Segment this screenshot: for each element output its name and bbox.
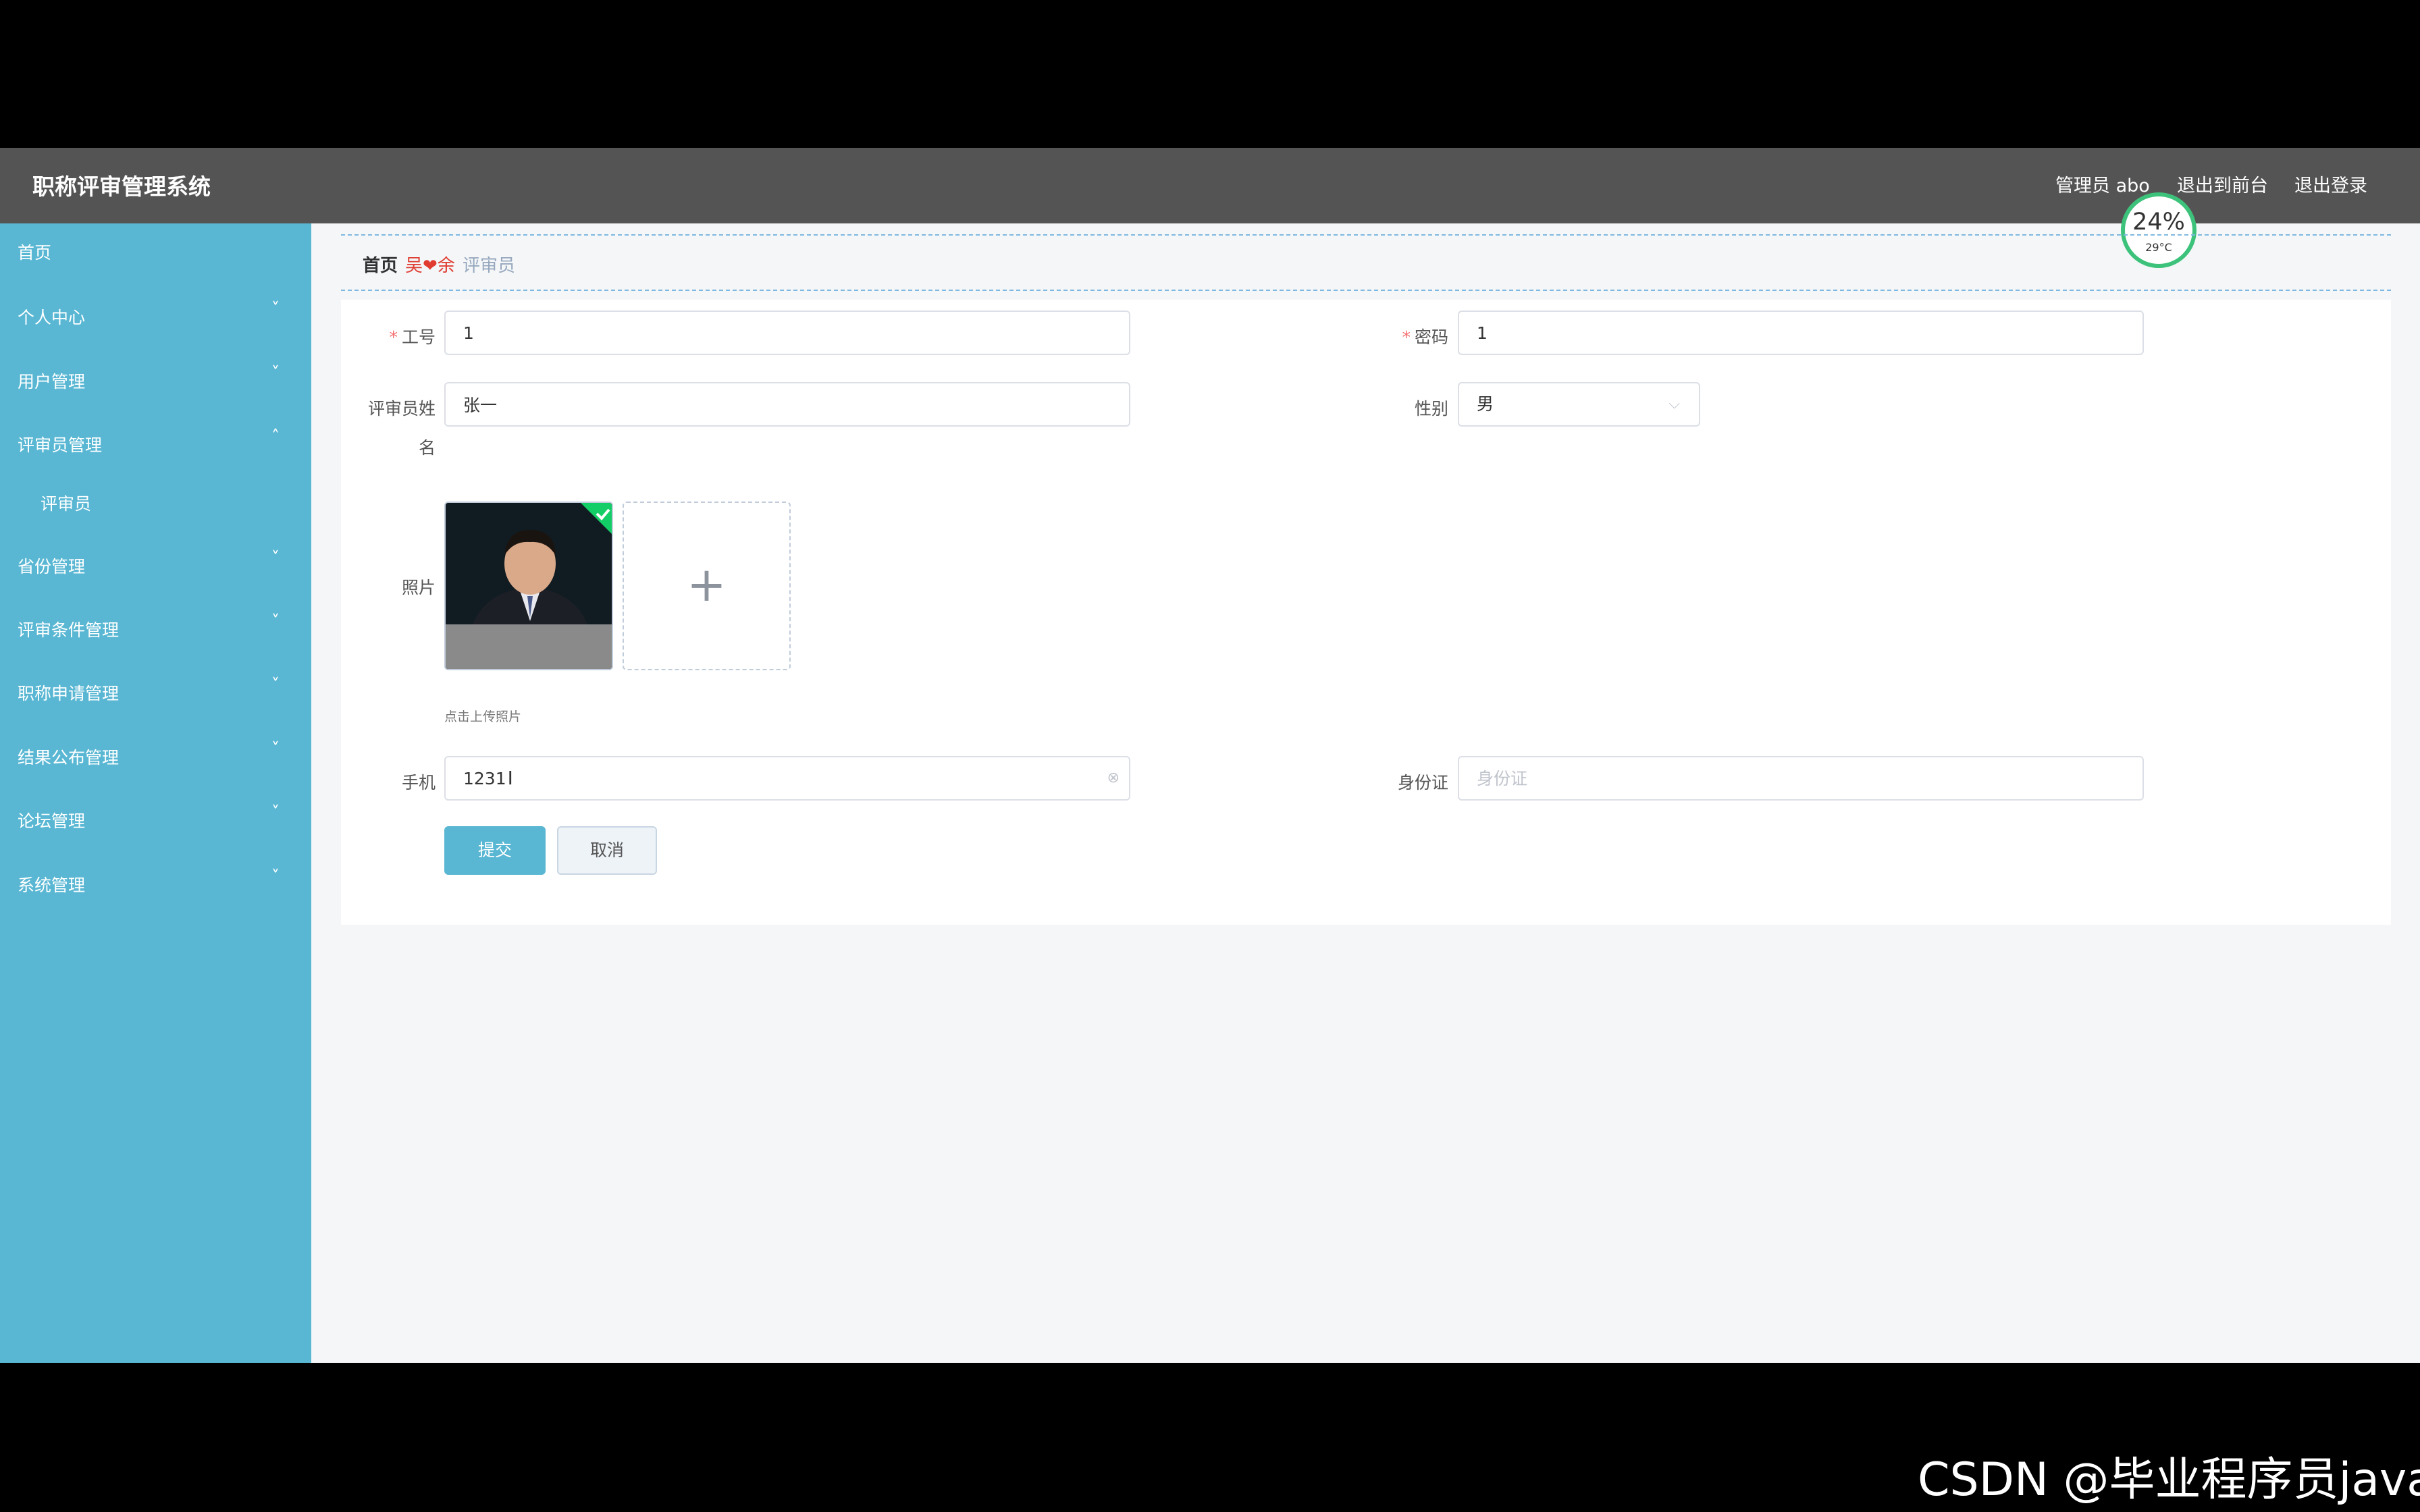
phone-label: 手机	[401, 773, 436, 792]
weather-percent: 24%	[2132, 209, 2185, 236]
id-card-input[interactable]	[1458, 756, 2144, 801]
sidebar-item-title-applications[interactable]: 职称申请管理 ˅	[0, 671, 311, 711]
photo-label: 照片	[401, 578, 436, 597]
chevron-down-icon: ˅	[271, 739, 280, 758]
sidebar-item-reviewer-management[interactable]: 评审员管理 ˄	[0, 423, 311, 463]
reviewer-form: *工号 *密码 评审员姓 名 性别 男 ⌵ 照片	[341, 300, 2391, 925]
chevron-down-icon: ˅	[271, 612, 280, 630]
sidebar-item-label: 用户管理	[18, 372, 86, 392]
name-label: 评审员姓 名	[354, 396, 436, 459]
portrait-photo	[446, 503, 612, 669]
sidebar-item-system-management[interactable]: 系统管理 ˅	[0, 863, 311, 903]
uploaded-photo-thumbnail[interactable]	[444, 502, 613, 670]
sidebar-item-result-announcements[interactable]: 结果公布管理 ˅	[0, 735, 311, 776]
job-no-input[interactable]	[444, 310, 1130, 355]
id-card-label: 身份证	[1397, 773, 1448, 792]
sidebar-item-label: 首页	[18, 243, 52, 263]
current-user-label: 管理员 abo	[2055, 176, 2150, 196]
breadcrumb: 首页 吴❤余 评审员	[341, 234, 2391, 291]
name-label-line2: 名	[418, 438, 436, 458]
chevron-down-icon: ˅	[271, 548, 280, 567]
sidebar-item-label: 评审员	[41, 494, 92, 514]
phone-input-value: 1231	[463, 769, 506, 788]
sidebar-item-personal-center[interactable]: 个人中心 ˅	[0, 295, 311, 335]
cancel-button[interactable]: 取消	[557, 826, 657, 875]
sidebar-item-review-conditions[interactable]: 评审条件管理 ˅	[0, 608, 311, 648]
sidebar-item-label: 省份管理	[18, 557, 86, 576]
submit-button[interactable]: 提交	[444, 826, 546, 875]
chevron-up-icon: ˄	[271, 427, 280, 446]
chevron-down-icon: ˅	[271, 299, 280, 318]
photo-upload-button[interactable]: +	[623, 502, 791, 670]
sidebar-item-home[interactable]: 首页	[0, 230, 311, 271]
chevron-down-icon: ⌵	[1668, 396, 1680, 412]
sidebar-item-forum-management[interactable]: 论坛管理 ˅	[0, 799, 311, 839]
gender-selected-value: 男	[1477, 394, 1494, 414]
sidebar-item-province-management[interactable]: 省份管理 ˅	[0, 544, 311, 585]
breadcrumb-current: 评审员	[463, 256, 516, 276]
text-cursor-icon: I	[507, 767, 513, 789]
top-bar: 职称评审管理系统 管理员 abo 退出到前台 退出登录	[0, 148, 2420, 223]
exit-to-front-link[interactable]: 退出到前台	[2177, 171, 2268, 197]
clear-icon[interactable]: ⊗	[1107, 757, 1120, 799]
sidebar-item-label: 个人中心	[18, 308, 86, 327]
sidebar-subitem-reviewer[interactable]: 评审员	[0, 481, 311, 522]
gender-select[interactable]: 男 ⌵	[1458, 382, 1700, 427]
job-no-label: * 工号	[389, 327, 436, 347]
sidebar-item-user-management[interactable]: 用户管理 ˅	[0, 359, 311, 400]
breadcrumb-separator: 吴❤余	[405, 256, 455, 276]
gender-label: 性别	[1414, 399, 1448, 418]
sidebar-item-label: 论坛管理	[18, 811, 86, 831]
sidebar-item-label: 结果公布管理	[18, 748, 120, 767]
sidebar-item-label: 评审条件管理	[18, 620, 120, 640]
sidebar-item-label: 系统管理	[18, 875, 86, 895]
password-label-text: 密码	[1414, 327, 1448, 347]
app-title: 职称评审管理系统	[32, 173, 211, 200]
watermark: CSDN @毕业程序员java	[1918, 1453, 2420, 1507]
job-no-label-text: 工号	[401, 327, 436, 347]
sidebar: 首页 个人中心 ˅ 用户管理 ˅ 评审员管理 ˄ 评审员 省份管理 ˅ 评审条件…	[0, 223, 311, 1363]
chevron-down-icon: ˅	[271, 867, 280, 886]
app-window: 职称评审管理系统 管理员 abo 退出到前台 退出登录 24% 29°C 首页 …	[0, 148, 2420, 1363]
sidebar-item-label: 职称申请管理	[18, 684, 120, 703]
password-label: * 密码	[1402, 327, 1448, 347]
breadcrumb-home[interactable]: 首页	[363, 252, 398, 277]
password-input[interactable]	[1458, 310, 2144, 355]
logout-link[interactable]: 退出登录	[2294, 171, 2367, 197]
chevron-down-icon: ˅	[271, 803, 280, 821]
phone-input[interactable]: 1231I ⊗	[444, 756, 1130, 801]
chevron-down-icon: ˅	[271, 675, 280, 694]
photo-upload-hint: 点击上传照片	[444, 709, 522, 724]
chevron-down-icon: ˅	[271, 363, 280, 382]
plus-icon: +	[687, 557, 727, 612]
reviewer-name-input[interactable]	[444, 382, 1130, 427]
name-label-line1: 评审员姓	[367, 399, 436, 418]
sidebar-item-label: 评审员管理	[18, 435, 103, 455]
